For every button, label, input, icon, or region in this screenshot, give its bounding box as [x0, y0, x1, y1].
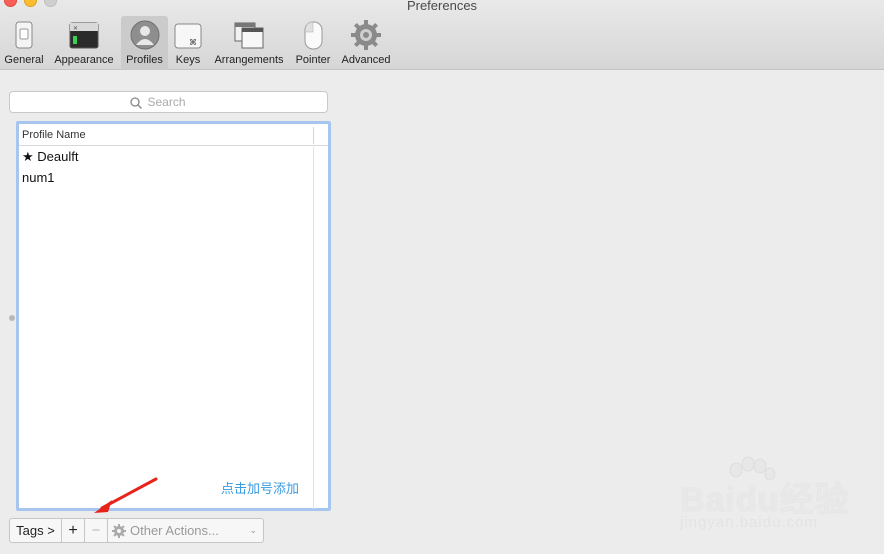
person-icon [130, 20, 160, 50]
profile-name: num1 [22, 169, 55, 185]
search-input[interactable] [147, 95, 208, 109]
tags-button[interactable]: Tags > [9, 518, 62, 543]
profiles-table[interactable]: Profile Name ★ Deaulft num1 点击加号添加 [16, 121, 331, 511]
remove-profile-button[interactable]: − [85, 518, 108, 543]
command-key-icon: ⌘ [173, 20, 203, 50]
toolbar-keys-label: Keys [175, 54, 201, 66]
toolbar-pointer-label: Pointer [295, 54, 331, 66]
watermark-url: jingyan.baidu.com [680, 514, 818, 531]
mouse-icon [298, 20, 328, 50]
add-profile-button[interactable]: + [62, 518, 85, 543]
toolbar-appearance[interactable]: ✕ Appearance [52, 16, 116, 70]
window-title: Preferences [406, 0, 478, 13]
toolbar-keys[interactable]: ⌘ Keys [172, 16, 204, 70]
baidu-watermark-logo: Baidu经验 jingyan.baidu.com [676, 456, 876, 542]
other-actions-popup[interactable]: Other Actions... ⌄ [108, 518, 264, 543]
annotation-hint-text: 点击加号添加 [221, 481, 300, 496]
profiles-list: ★ Deaulft num1 [19, 147, 313, 187]
profile-name-column-header[interactable]: Profile Name [19, 124, 328, 146]
split-view-handle[interactable] [9, 315, 15, 321]
column-separator [313, 127, 314, 144]
profile-name: ★ Deaulft [22, 149, 79, 164]
toolbar-arrangements[interactable]: Arrangements [211, 16, 287, 70]
toolbar-arrangements-label: Arrangements [214, 54, 284, 66]
toolbar-pointer[interactable]: Pointer [292, 16, 334, 70]
window-titlebar: Preferences General ✕ Appearance Profile… [0, 0, 884, 70]
toolbar-general[interactable]: General [2, 16, 46, 70]
column-header-label: Profile Name [22, 128, 86, 141]
search-icon [129, 96, 142, 109]
table-scrollbar[interactable] [313, 147, 314, 509]
toolbar-profiles[interactable]: Profiles [121, 16, 168, 70]
chevron-down-icon: ⌄ [249, 525, 257, 535]
terminal-window-icon: ✕ [69, 20, 99, 50]
switch-icon [9, 20, 39, 50]
profile-search-field[interactable] [9, 91, 328, 113]
toolbar-general-label: General [4, 54, 44, 66]
toolbar-advanced-label: Advanced [341, 54, 391, 66]
table-row[interactable]: num1 [19, 167, 313, 187]
toolbar-advanced[interactable]: Advanced [339, 16, 393, 70]
gear-icon [112, 523, 126, 538]
toolbar-profiles-label: Profiles [126, 54, 163, 66]
profiles-bottom-bar: Tags > + − Other Actions... ⌄ [9, 518, 264, 543]
gear-icon [351, 20, 381, 50]
annotation-arrow-icon [86, 476, 160, 521]
toolbar-appearance-label: Appearance [54, 54, 114, 66]
windows-icon [234, 20, 264, 50]
other-actions-label: Other Actions... [130, 523, 219, 538]
svg-text:⌘: ⌘ [189, 38, 197, 47]
svg-text:✕: ✕ [73, 25, 78, 32]
table-row[interactable]: ★ Deaulft [19, 147, 313, 167]
